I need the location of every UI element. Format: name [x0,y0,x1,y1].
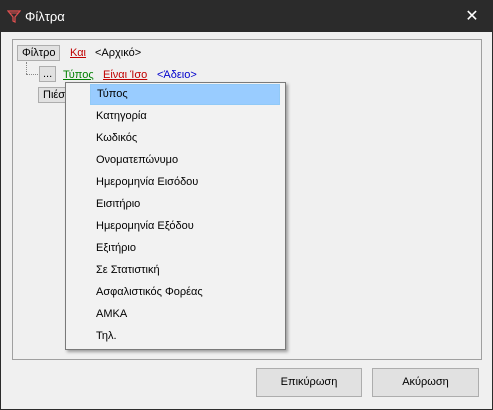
filter-root-node[interactable]: Φίλτρο [17,45,61,61]
close-icon[interactable]: ✕ [461,7,483,27]
condition-value-link[interactable]: <Άδειο> [157,68,197,82]
dropdown-item-exit-date[interactable]: Ημερομηνία Εξόδου [90,216,280,237]
condition-menu-button[interactable]: ... [39,66,57,82]
confirm-button[interactable]: Επικύρωση [256,368,362,397]
condition-field-link[interactable]: Τύπος [63,68,94,82]
title-bar: Φίλτρα ✕ [1,1,492,32]
field-dropdown-list: Τύπος Κατηγορία Κωδικός Ονοματεπώνυμο Ημ… [65,82,286,350]
dropdown-item-insurance[interactable]: Ασφαλιστικός Φορέας [90,282,280,303]
dropdown-item-code[interactable]: Κωδικός [90,128,280,149]
tree-connector-horizontal [26,74,38,75]
add-condition-button[interactable]: Πιέσ [38,87,68,103]
dropdown-item-amka[interactable]: ΑΜΚΑ [90,304,280,325]
dropdown-item-category[interactable]: Κατηγορία [90,106,280,127]
dropdown-item-discharge[interactable]: Εξιτήριο [90,238,280,259]
tree-connector-vertical [26,62,27,74]
condition-operator-link[interactable]: Είναι Ίσο [103,68,147,82]
dropdown-item-full-name[interactable]: Ονοματεπώνυμο [90,150,280,171]
root-group-label[interactable]: <Αρχικό> [95,46,141,60]
cancel-button[interactable]: Ακύρωση [372,368,479,397]
dropdown-item-phone[interactable]: Τηλ. [90,326,280,347]
dropdown-item-type[interactable]: Τύπος [90,84,280,105]
root-operator-link[interactable]: Και [70,46,86,60]
filters-dialog: Φίλτρα ✕ Φίλτρο Και <Αρχικό> ... Τύπος Ε… [0,0,493,410]
dropdown-item-in-statistics[interactable]: Σε Στατιστική [90,260,280,281]
window-title: Φίλτρα [25,9,65,24]
dropdown-item-admission[interactable]: Εισιτήριο [90,194,280,215]
filter-app-icon [7,10,21,23]
dropdown-item-entry-date[interactable]: Ημερομηνία Εισόδου [90,172,280,193]
